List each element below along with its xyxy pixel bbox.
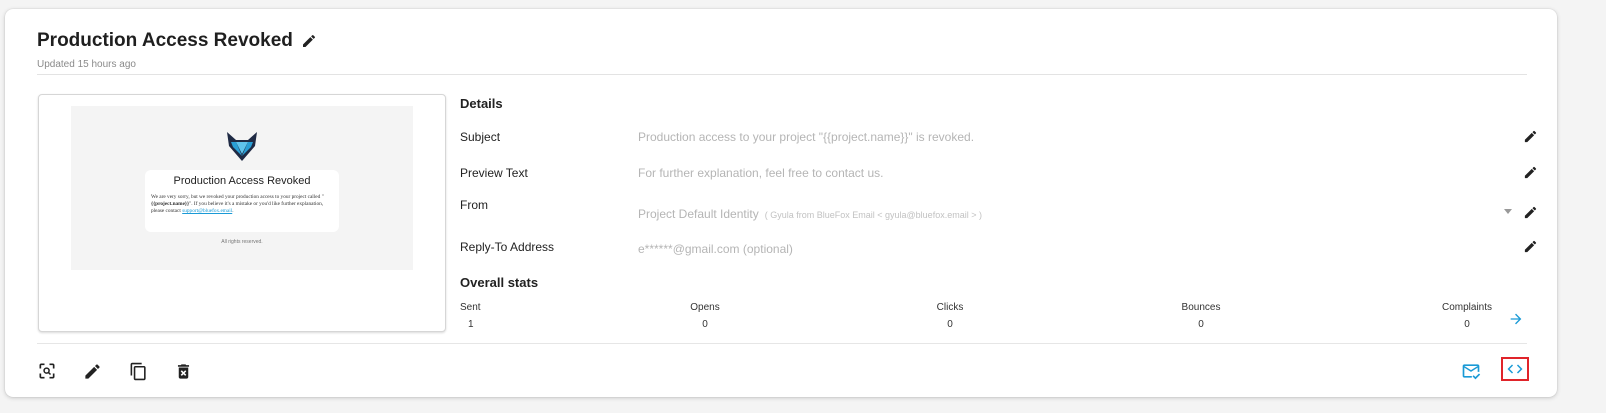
pencil-icon <box>302 34 315 47</box>
overall-stats-heading: Overall stats <box>460 275 539 290</box>
preview-text-label: Preview Text <box>460 166 528 180</box>
from-identity-detail: ( Gyula from BlueFox Email < gyula@bluef… <box>764 210 982 220</box>
send-test-email-button[interactable] <box>1460 360 1482 382</box>
divider <box>37 74 1527 75</box>
email-body-part: We are very sorry, but we revoked your p… <box>151 194 324 200</box>
edit-title-button[interactable] <box>301 33 317 49</box>
delete-button[interactable] <box>172 360 194 382</box>
edit-reply-to-button[interactable] <box>1523 239 1538 254</box>
arrow-right-icon <box>1510 313 1522 325</box>
email-body-bold: {{project.name}} <box>151 201 190 207</box>
from-value: Project Default Identity <box>638 207 759 221</box>
stat-clicks: Clicks 0 <box>930 302 970 330</box>
stat-opens: Opens 0 <box>685 302 725 330</box>
from-label: From <box>460 198 488 212</box>
subject-value: Production access to your project "{{pro… <box>638 130 975 144</box>
from-dropdown-caret-icon[interactable] <box>1504 209 1512 214</box>
email-body-text: We are very sorry, but we revoked your p… <box>151 194 333 215</box>
email-body-end: . <box>232 208 234 214</box>
pencil-icon <box>1524 130 1537 143</box>
email-content-card: Production Access Revoked We are very so… <box>145 170 339 232</box>
title-row: Production Access Revoked <box>37 30 317 52</box>
preview-button[interactable] <box>36 360 58 382</box>
pencil-icon <box>84 363 100 379</box>
from-select[interactable]: Project Default Identity ( Gyula from Blu… <box>638 207 982 221</box>
pencil-icon <box>1524 240 1537 253</box>
email-preview[interactable]: Production Access Revoked We are very so… <box>38 94 446 332</box>
email-support-link: support@bluefox.email <box>182 208 233 214</box>
stats-details-button[interactable] <box>1508 311 1524 327</box>
stat-opens-value: 0 <box>702 319 708 330</box>
updated-timestamp: Updated 15 hours ago <box>37 59 136 70</box>
copy-icon <box>130 362 146 380</box>
from-row: From Project Default Identity ( Gyula fro… <box>460 195 1538 221</box>
email-footer: All rights reserved. <box>221 239 263 245</box>
subject-row: Subject Production access to your projec… <box>460 127 1538 147</box>
bluefox-logo-icon <box>227 132 257 161</box>
preview-text-row: Preview Text For further explanation, fe… <box>460 163 1538 183</box>
edit-preview-text-button[interactable] <box>1523 165 1538 180</box>
subject-label: Subject <box>460 130 501 144</box>
stat-sent-label: Sent <box>460 302 481 313</box>
code-icon <box>1507 364 1523 374</box>
pencil-icon <box>1524 166 1537 179</box>
divider <box>37 343 1527 344</box>
reply-to-value[interactable]: e******@gmail.com (optional) <box>638 242 793 256</box>
stat-sent-value: 1 <box>468 319 474 330</box>
code-view-button[interactable] <box>1501 357 1529 381</box>
stat-bounces-label: Bounces <box>1181 302 1221 313</box>
stat-sent: Sent 1 <box>460 302 481 330</box>
stat-complaints: Complaints 0 <box>1435 302 1499 330</box>
stat-bounces: Bounces 0 <box>1176 302 1226 330</box>
stat-clicks-label: Clicks <box>936 302 964 313</box>
details-heading: Details <box>460 96 503 111</box>
edit-from-button[interactable] <box>1523 205 1538 220</box>
reply-to-row: Reply-To Address e******@gmail.com (opti… <box>460 237 1538 257</box>
stat-opens-label: Opens <box>690 302 720 313</box>
stat-clicks-value: 0 <box>947 319 953 330</box>
stat-complaints-value: 0 <box>1464 319 1470 330</box>
pencil-icon <box>1524 206 1537 219</box>
email-preview-canvas: Production Access Revoked We are very so… <box>71 106 413 270</box>
send-test-email-icon <box>1462 364 1481 380</box>
template-card: Production Access Revoked Updated 15 hou… <box>5 9 1557 397</box>
delete-icon <box>177 363 189 379</box>
page-title: Production Access Revoked <box>37 30 293 51</box>
preview-text-value: For further explanation, feel free to co… <box>638 166 884 180</box>
edit-template-button[interactable] <box>81 360 103 382</box>
email-heading: Production Access Revoked <box>173 175 311 187</box>
reply-to-label: Reply-To Address <box>460 240 555 254</box>
duplicate-button[interactable] <box>127 360 149 382</box>
stat-complaints-label: Complaints <box>1441 302 1493 313</box>
stat-bounces-value: 0 <box>1198 319 1204 330</box>
preview-search-icon <box>39 363 55 379</box>
edit-subject-button[interactable] <box>1523 129 1538 144</box>
